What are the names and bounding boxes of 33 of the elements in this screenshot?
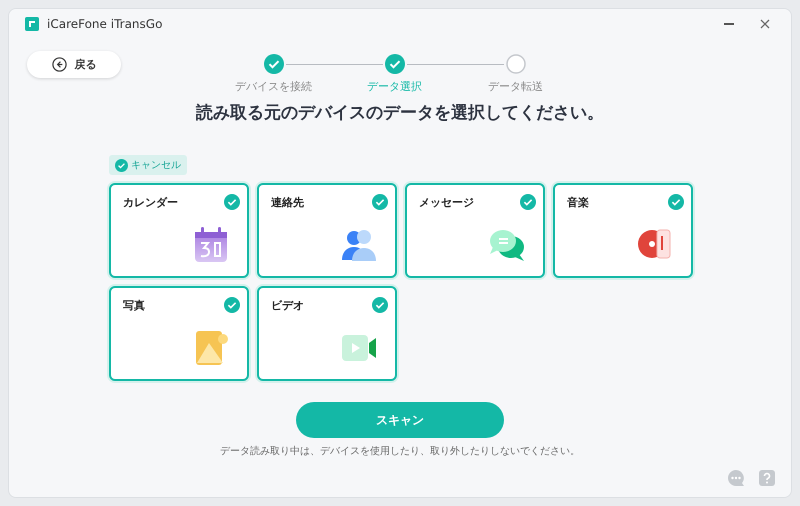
close-icon[interactable]	[759, 18, 771, 30]
category-label: メッセージ	[419, 194, 474, 210]
help-icon[interactable]	[759, 470, 775, 486]
step-indicator-icon[interactable]	[264, 54, 284, 74]
data-category-card[interactable]: メッセージ	[405, 183, 545, 278]
step-label: データ選択	[367, 79, 422, 94]
checkbox-icon[interactable]	[372, 297, 388, 313]
data-category-card[interactable]: カレンダー	[109, 183, 249, 278]
category-label: 写真	[123, 298, 145, 312]
checkbox-icon[interactable]	[224, 297, 240, 313]
step-indicator-icon[interactable]	[506, 54, 526, 74]
category-label: カレンダー	[123, 194, 178, 210]
back-button[interactable]: 戻る	[27, 51, 121, 78]
data-category-card[interactable]: 写真	[109, 286, 249, 381]
step-indicator-icon[interactable]	[384, 54, 404, 74]
check-icon	[115, 158, 128, 172]
window-title: iCareFone iTransGo	[47, 17, 162, 31]
checkbox-icon[interactable]	[668, 194, 684, 210]
checkbox-icon[interactable]	[224, 194, 240, 210]
category-label: 連絡先	[271, 194, 304, 210]
checkbox-icon[interactable]	[372, 194, 388, 210]
data-category-card[interactable]: ビデオ	[257, 286, 397, 381]
step-label: デバイスを接続	[235, 79, 312, 94]
category-label: 音楽	[567, 194, 589, 210]
step-label: データ転送	[488, 79, 543, 94]
data-category-card[interactable]: 連絡先	[257, 183, 397, 278]
app-logo-icon	[25, 17, 39, 31]
chat-icon[interactable]	[727, 469, 745, 487]
category-label: ビデオ	[271, 298, 304, 312]
data-category-card[interactable]: 音楽	[553, 183, 693, 278]
checkbox-icon[interactable]	[520, 194, 536, 210]
page-heading: 読み取る元のデバイスのデータを選択してください。	[194, 102, 605, 124]
warning-note: データ読み取り中は、デバイスを使用したり、取り外したりしないでください。	[220, 444, 580, 458]
